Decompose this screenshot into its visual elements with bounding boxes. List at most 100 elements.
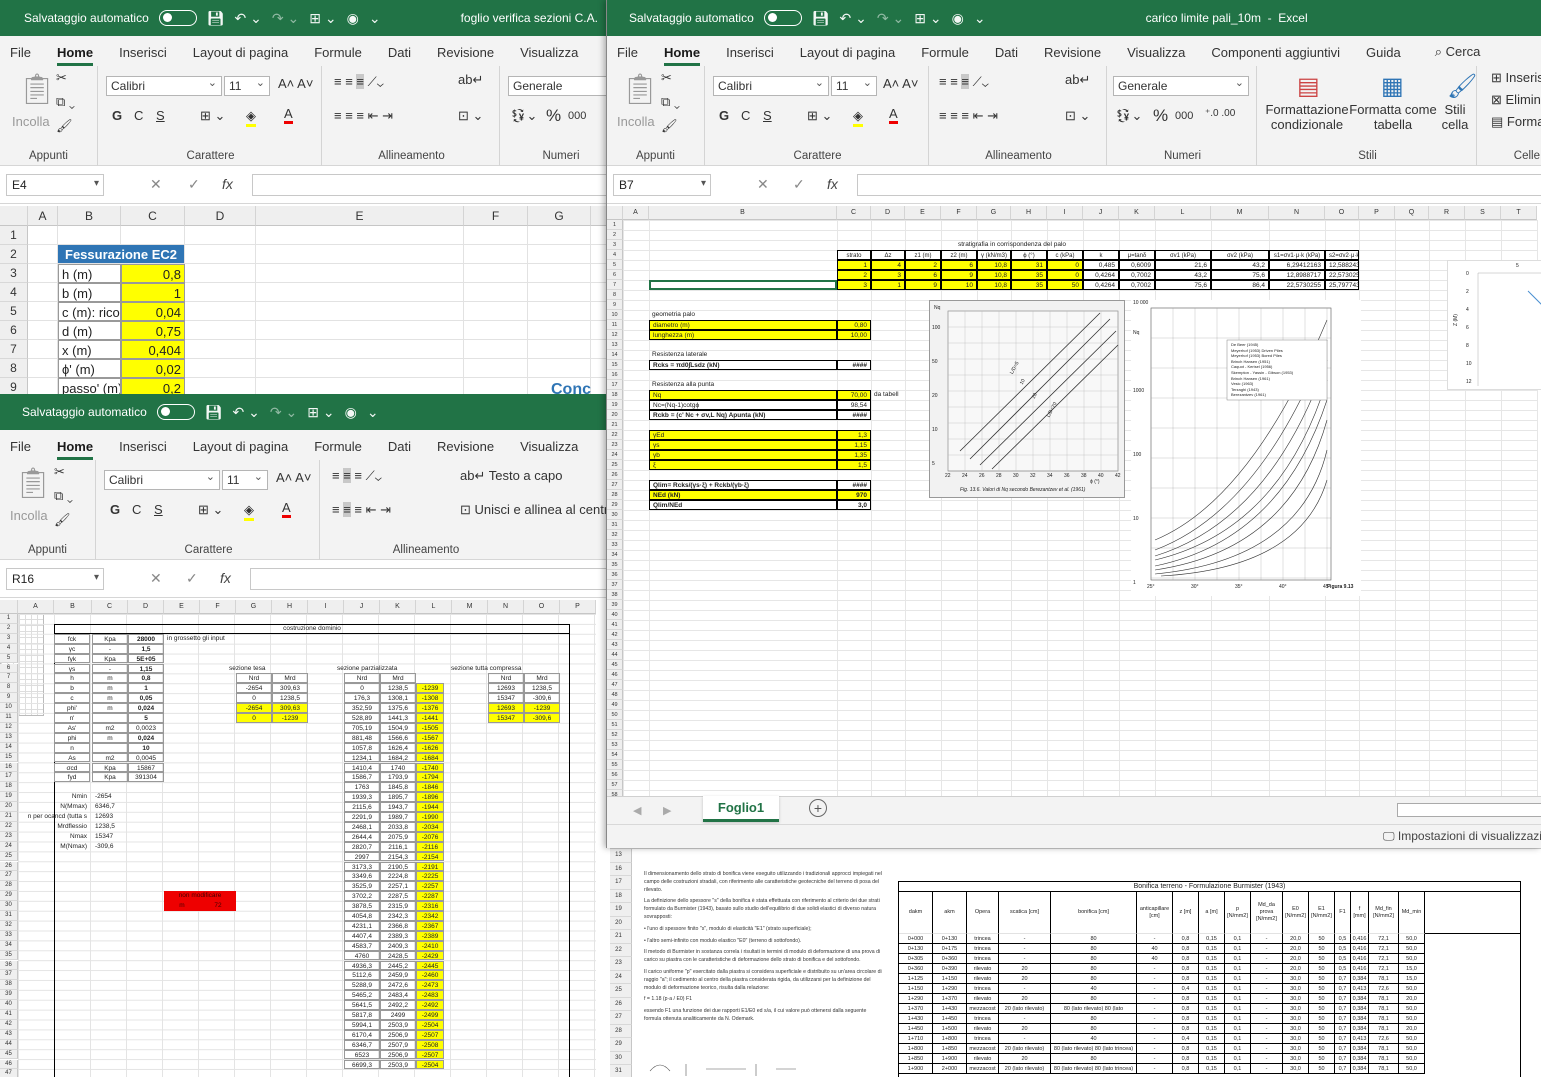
save-icon[interactable]: 💾︎ bbox=[205, 404, 223, 421]
undo-icon[interactable]: ↶ ⌄ bbox=[840, 10, 867, 27]
col-header-A[interactable]: A bbox=[28, 206, 58, 226]
strat-cell[interactable]: 9 bbox=[941, 270, 977, 280]
menu-layout-di-pagina[interactable]: Layout di pagina bbox=[800, 45, 895, 66]
excel-window-dominio[interactable]: Salvataggio automatico 💾︎ ↶ ⌄ ↷ ⌄ ⊞ ⌄ ◉ … bbox=[0, 394, 610, 1077]
strat-cell[interactable]: 0 bbox=[1047, 260, 1083, 270]
cell[interactable] bbox=[464, 340, 528, 359]
cell[interactable] bbox=[28, 283, 58, 302]
cell[interactable] bbox=[464, 264, 528, 283]
align-left-icon[interactable]: ≡ ≡ ≡ ⇤ ⇥ bbox=[939, 108, 998, 124]
row-header-3[interactable]: 3 bbox=[0, 264, 28, 283]
cut-icon[interactable]: ✂ bbox=[54, 464, 65, 480]
table-format-icon[interactable]: ▦ bbox=[1381, 72, 1404, 101]
font-name-select[interactable]: Calibri bbox=[713, 76, 829, 96]
row-header[interactable]: 29 bbox=[0, 891, 18, 902]
row-header[interactable]: 52 bbox=[607, 730, 623, 740]
cell[interactable] bbox=[528, 245, 591, 264]
col-header-C[interactable]: C bbox=[837, 206, 871, 220]
menu-componenti-aggiuntivi[interactable]: Componenti aggiuntivi bbox=[1211, 45, 1340, 66]
row-header[interactable]: 11 bbox=[607, 320, 623, 330]
cell[interactable] bbox=[528, 226, 591, 245]
undo-icon[interactable]: ↶ ⌄ bbox=[235, 10, 262, 27]
row-header-5[interactable]: 5 bbox=[0, 302, 28, 321]
menu-layout-di-pagina[interactable]: Layout di pagina bbox=[193, 45, 288, 66]
grow-font-icon[interactable]: A˄ A˅ bbox=[883, 76, 918, 91]
row-header[interactable]: 6 bbox=[607, 270, 623, 280]
param-value[interactable]: 0,8 bbox=[121, 264, 185, 283]
param-value[interactable]: 0,05 bbox=[128, 693, 164, 704]
row-header[interactable]: 28 bbox=[607, 490, 623, 500]
row-header-4[interactable]: 4 bbox=[0, 283, 28, 302]
conditional-format-label[interactable]: Formattazione condizionale bbox=[1263, 102, 1351, 132]
param-value[interactable]: 0,0045 bbox=[128, 752, 164, 763]
row-header[interactable]: 12 bbox=[607, 330, 623, 340]
cell[interactable] bbox=[256, 226, 464, 245]
row-header[interactable]: 9 bbox=[607, 300, 623, 310]
col-header-M[interactable]: M bbox=[452, 600, 488, 614]
row-header[interactable]: 31 bbox=[0, 911, 18, 921]
row-header[interactable]: 16 bbox=[607, 370, 623, 380]
row-header[interactable]: 24 bbox=[607, 450, 623, 460]
copy-icon[interactable]: ⧉ ⌄ bbox=[661, 94, 680, 110]
menu-revisione[interactable]: Revisione bbox=[1044, 45, 1101, 66]
customize-icon[interactable]: ⌄ bbox=[974, 10, 986, 27]
col-header-P[interactable]: P bbox=[560, 600, 596, 614]
value-cell[interactable]: #### bbox=[837, 480, 871, 490]
strat-cell[interactable]: 35 bbox=[1011, 270, 1047, 280]
row-header[interactable]: 15 bbox=[0, 752, 18, 763]
row-header[interactable]: 54 bbox=[607, 750, 623, 760]
cell[interactable] bbox=[256, 359, 464, 378]
row-header[interactable]: 44 bbox=[607, 650, 623, 660]
row-header[interactable]: 5 bbox=[0, 653, 18, 664]
save-icon[interactable]: 💾︎ bbox=[207, 10, 225, 27]
paste-icon[interactable]: 📋︎ bbox=[18, 72, 56, 107]
value-cell[interactable]: 98,54 bbox=[837, 400, 871, 410]
menu-formule[interactable]: Formule bbox=[921, 45, 969, 66]
row-header[interactable]: 30 bbox=[607, 510, 623, 520]
col-header-B[interactable]: B bbox=[649, 206, 837, 220]
delete-cells-button[interactable]: ⊠ Elimina bbox=[1491, 92, 1541, 108]
conditional-format-icon[interactable]: ▤ bbox=[1297, 72, 1320, 101]
col-header-P[interactable]: P bbox=[1359, 206, 1395, 220]
cell[interactable] bbox=[185, 226, 256, 245]
paste-icon[interactable]: 📋︎ bbox=[14, 466, 52, 501]
row-header[interactable]: 43 bbox=[0, 1029, 18, 1040]
cell[interactable] bbox=[464, 359, 528, 378]
value-cell[interactable]: 10,00 bbox=[837, 330, 871, 340]
strat-cell[interactable]: 0 bbox=[1047, 270, 1083, 280]
row-header[interactable]: 56 bbox=[607, 770, 623, 780]
cell-styles-icon[interactable]: 🖌︎ bbox=[1447, 72, 1477, 101]
paste-label[interactable]: Incolla bbox=[617, 114, 655, 129]
fill-color-icon[interactable]: ◈ bbox=[246, 108, 256, 127]
grow-font-icon[interactable]: A˄ A˅ bbox=[278, 76, 313, 91]
circle-icon[interactable]: ◉ bbox=[345, 404, 357, 421]
cell[interactable] bbox=[528, 321, 591, 340]
font-size-select[interactable]: 11 bbox=[831, 76, 877, 96]
param-value[interactable]: 1,5 bbox=[128, 643, 164, 654]
insert-cells-button[interactable]: ⊞ Inserisci bbox=[1491, 70, 1541, 86]
param-value[interactable]: 0,0023 bbox=[128, 722, 164, 733]
search-box[interactable]: ⌕ Cerca bbox=[1435, 44, 1481, 66]
row-header[interactable]: 16 bbox=[0, 762, 18, 773]
bold-button[interactable]: G bbox=[110, 502, 120, 517]
name-box[interactable]: R16 bbox=[6, 568, 104, 590]
col-header-B[interactable]: B bbox=[58, 206, 121, 226]
font-name-select[interactable]: Calibri bbox=[104, 470, 220, 490]
thousands-button[interactable]: 000 bbox=[568, 110, 586, 122]
row-header[interactable]: 41 bbox=[0, 1010, 18, 1020]
sheet-tab-foglio1[interactable]: Foglio1 bbox=[703, 796, 779, 822]
col-header-J[interactable]: J bbox=[1083, 206, 1119, 220]
row-header[interactable]: 23 bbox=[607, 440, 623, 450]
row-header[interactable]: 42 bbox=[0, 1019, 18, 1030]
strat-cell[interactable]: 10,8 bbox=[977, 270, 1011, 280]
strat-cell[interactable]: 3 bbox=[871, 270, 905, 280]
cancel-icon[interactable]: ✕ bbox=[150, 570, 162, 587]
col-header-D[interactable]: D bbox=[871, 206, 905, 220]
param-value[interactable]: 10 bbox=[128, 742, 164, 753]
row-header[interactable]: 40 bbox=[0, 1000, 18, 1010]
param-value[interactable]: 0,04 bbox=[121, 302, 185, 321]
bold-button[interactable]: G bbox=[112, 108, 122, 123]
cell[interactable] bbox=[185, 359, 256, 378]
col-header-C[interactable]: C bbox=[121, 206, 185, 226]
undo-icon[interactable]: ↶ ⌄ bbox=[233, 404, 260, 421]
